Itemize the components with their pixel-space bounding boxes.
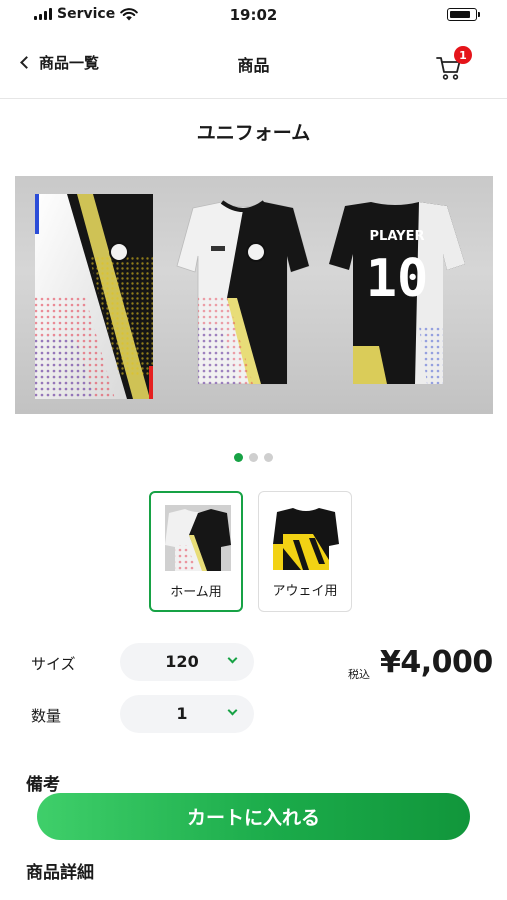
- variant-away[interactable]: アウェイ用: [258, 491, 352, 612]
- clock: 19:02: [229, 6, 278, 24]
- carousel-dot[interactable]: [234, 453, 243, 462]
- quantity-value: 1: [176, 704, 188, 723]
- fabric-swatch: [35, 194, 153, 399]
- nav-bar: 商品一覧 商品 1: [0, 38, 507, 90]
- battery-icon: [447, 8, 480, 21]
- notes-heading: 備考: [26, 775, 60, 795]
- jersey-player-name: PLAYER: [370, 229, 425, 244]
- tax-included-label: 税込: [348, 668, 370, 681]
- cart-button[interactable]: 1: [434, 46, 472, 80]
- variant-home[interactable]: ホーム用: [149, 491, 243, 612]
- carousel-dots: [0, 453, 507, 462]
- product-title: ユニフォーム: [196, 122, 311, 144]
- add-to-cart-button[interactable]: カートに入れる: [37, 793, 470, 840]
- page-title: 商品: [237, 56, 270, 75]
- status-bar: Service 19:02: [0, 0, 507, 30]
- variant-away-label: アウェイ用: [272, 584, 338, 599]
- carousel-dot[interactable]: [249, 453, 258, 462]
- jersey-illustration: PLAYER 10: [35, 194, 465, 399]
- size-value: 120: [165, 652, 199, 671]
- jersey-number: 10: [366, 249, 429, 309]
- carousel-dot[interactable]: [264, 453, 273, 462]
- product-image[interactable]: PLAYER 10: [15, 176, 493, 414]
- size-label: サイズ: [31, 655, 76, 673]
- nav-divider: [0, 98, 507, 99]
- details-heading: 商品詳細: [26, 863, 94, 883]
- size-select[interactable]: 120: [120, 643, 254, 681]
- jersey-back: PLAYER 10: [329, 202, 465, 384]
- variant-away-thumbnail: [273, 504, 339, 570]
- quantity-label: 数量: [31, 707, 62, 725]
- variant-home-label: ホーム用: [170, 585, 222, 600]
- price: ¥4,000: [380, 645, 493, 680]
- quantity-select[interactable]: 1: [120, 695, 254, 733]
- cart-count-badge: 1: [454, 46, 472, 64]
- variant-home-thumbnail: [165, 505, 231, 571]
- jersey-front: [176, 200, 310, 385]
